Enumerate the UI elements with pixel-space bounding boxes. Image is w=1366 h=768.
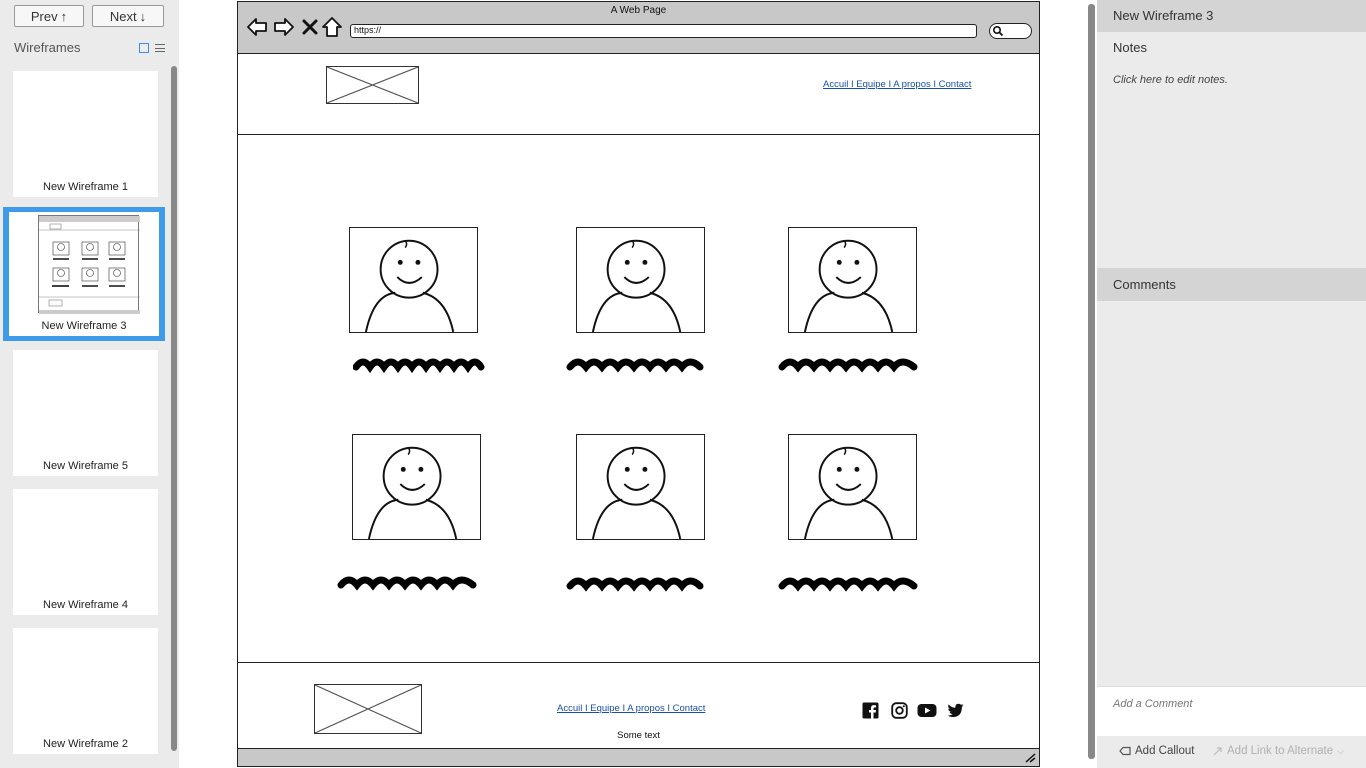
close-icon bbox=[302, 19, 318, 35]
thumbnail-label: New Wireframe 2 bbox=[43, 738, 128, 750]
panel-title: Wireframes bbox=[14, 40, 81, 55]
thumbnail-wireframe-4[interactable]: New Wireframe 4 bbox=[13, 489, 158, 615]
prev-label: Prev bbox=[30, 8, 58, 24]
link-icon bbox=[1213, 746, 1222, 755]
comment-input[interactable]: Add a Comment bbox=[1097, 686, 1366, 736]
member-photo bbox=[349, 227, 478, 333]
member-photo bbox=[352, 434, 481, 540]
grid-view-icon[interactable] bbox=[139, 43, 149, 53]
next-button[interactable]: Next ↓ bbox=[92, 5, 164, 27]
arrow-up-icon: ↑ bbox=[60, 8, 68, 24]
footer-text: Some text bbox=[617, 730, 660, 741]
thumbnail-label: New Wireframe 5 bbox=[43, 460, 128, 472]
home-icon bbox=[322, 17, 342, 37]
browser-title: A Web Page bbox=[610, 5, 667, 16]
name-scribble bbox=[778, 577, 918, 592]
search-icon bbox=[992, 25, 1004, 37]
add-link-button[interactable]: Add Link to Alternate ⌵ bbox=[1212, 745, 1344, 757]
wireframes-panel: Prev ↑ Next ↓ Wireframes New Wireframe 1 bbox=[0, 0, 179, 768]
thumbnail-label: New Wireframe 1 bbox=[43, 181, 128, 193]
wireframe-name-bar: New Wireframe 3 bbox=[1097, 0, 1366, 32]
properties-panel: New Wireframe 3 Notes Click here to edit… bbox=[1097, 0, 1366, 768]
thumbnail-label: New Wireframe 3 bbox=[41, 320, 127, 332]
search-box[interactable] bbox=[989, 23, 1032, 39]
thumbnail-wireframe-5[interactable]: New Wireframe 5 bbox=[13, 350, 158, 476]
footer-logo-placeholder bbox=[314, 684, 422, 734]
browser-chrome: A Web Page https:// bbox=[238, 2, 1039, 54]
back-arrow-icon bbox=[247, 18, 267, 36]
add-callout-button[interactable]: Add Callout bbox=[1119, 745, 1194, 757]
name-scribble bbox=[566, 577, 704, 592]
logo-placeholder bbox=[326, 66, 419, 104]
thumbnail-wireframe-1[interactable]: New Wireframe 1 bbox=[13, 71, 158, 197]
chevron-down-icon: ⌵ bbox=[1337, 745, 1344, 756]
add-link-label: Add Link to Alternate bbox=[1227, 745, 1334, 757]
comments-bar: Comments bbox=[1097, 268, 1366, 301]
next-label: Next bbox=[109, 8, 137, 24]
canvas-scrollbar[interactable] bbox=[1088, 4, 1095, 759]
notes-heading: Notes bbox=[1113, 40, 1147, 55]
member-photo bbox=[576, 227, 705, 333]
facebook-icon[interactable] bbox=[862, 702, 879, 719]
name-scribble bbox=[337, 576, 477, 591]
list-view-icon[interactable] bbox=[155, 44, 165, 52]
url-bar[interactable]: https:// bbox=[350, 24, 977, 38]
member-photo bbox=[576, 434, 705, 540]
prev-button[interactable]: Prev ↑ bbox=[14, 5, 84, 27]
footer-nav-links[interactable]: Accuil I Equipe I A propos I Contact bbox=[557, 703, 705, 714]
resize-grip-icon[interactable] bbox=[1024, 753, 1036, 763]
member-photo bbox=[788, 227, 917, 333]
add-callout-label: Add Callout bbox=[1135, 745, 1195, 757]
callout-icon bbox=[1119, 746, 1131, 756]
notes-editor[interactable]: Click here to edit notes. bbox=[1113, 74, 1228, 86]
browser-status-bar bbox=[238, 748, 1039, 766]
twitter-icon[interactable] bbox=[947, 702, 964, 719]
header-nav-links[interactable]: Accuil I Equipe I A propos I Contact bbox=[823, 79, 971, 90]
member-photo bbox=[788, 434, 917, 540]
thumbnail-list: New Wireframe 1 New Wireframe 3 New Wire… bbox=[0, 64, 170, 768]
thumbnail-wireframe-3[interactable]: New Wireframe 3 bbox=[3, 207, 165, 341]
youtube-icon[interactable] bbox=[917, 702, 937, 719]
browser-mockup[interactable]: A Web Page https:// Accuil I Equipe I A … bbox=[237, 1, 1040, 767]
site-header: Accuil I Equipe I A propos I Contact bbox=[238, 55, 1039, 135]
forward-arrow-icon bbox=[274, 18, 294, 36]
thumbnail-wireframe-2[interactable]: New Wireframe 2 bbox=[13, 628, 158, 754]
name-scribble bbox=[778, 358, 918, 373]
left-scrollbar[interactable] bbox=[171, 66, 177, 751]
name-scribble bbox=[353, 358, 485, 374]
wireframe-name[interactable]: New Wireframe 3 bbox=[1113, 8, 1213, 23]
thumbnail-preview bbox=[38, 215, 140, 314]
name-scribble bbox=[566, 358, 704, 373]
instagram-icon[interactable] bbox=[891, 702, 908, 719]
thumbnail-label: New Wireframe 4 bbox=[43, 599, 128, 611]
comments-heading: Comments bbox=[1113, 277, 1176, 292]
arrow-down-icon: ↓ bbox=[139, 8, 147, 24]
